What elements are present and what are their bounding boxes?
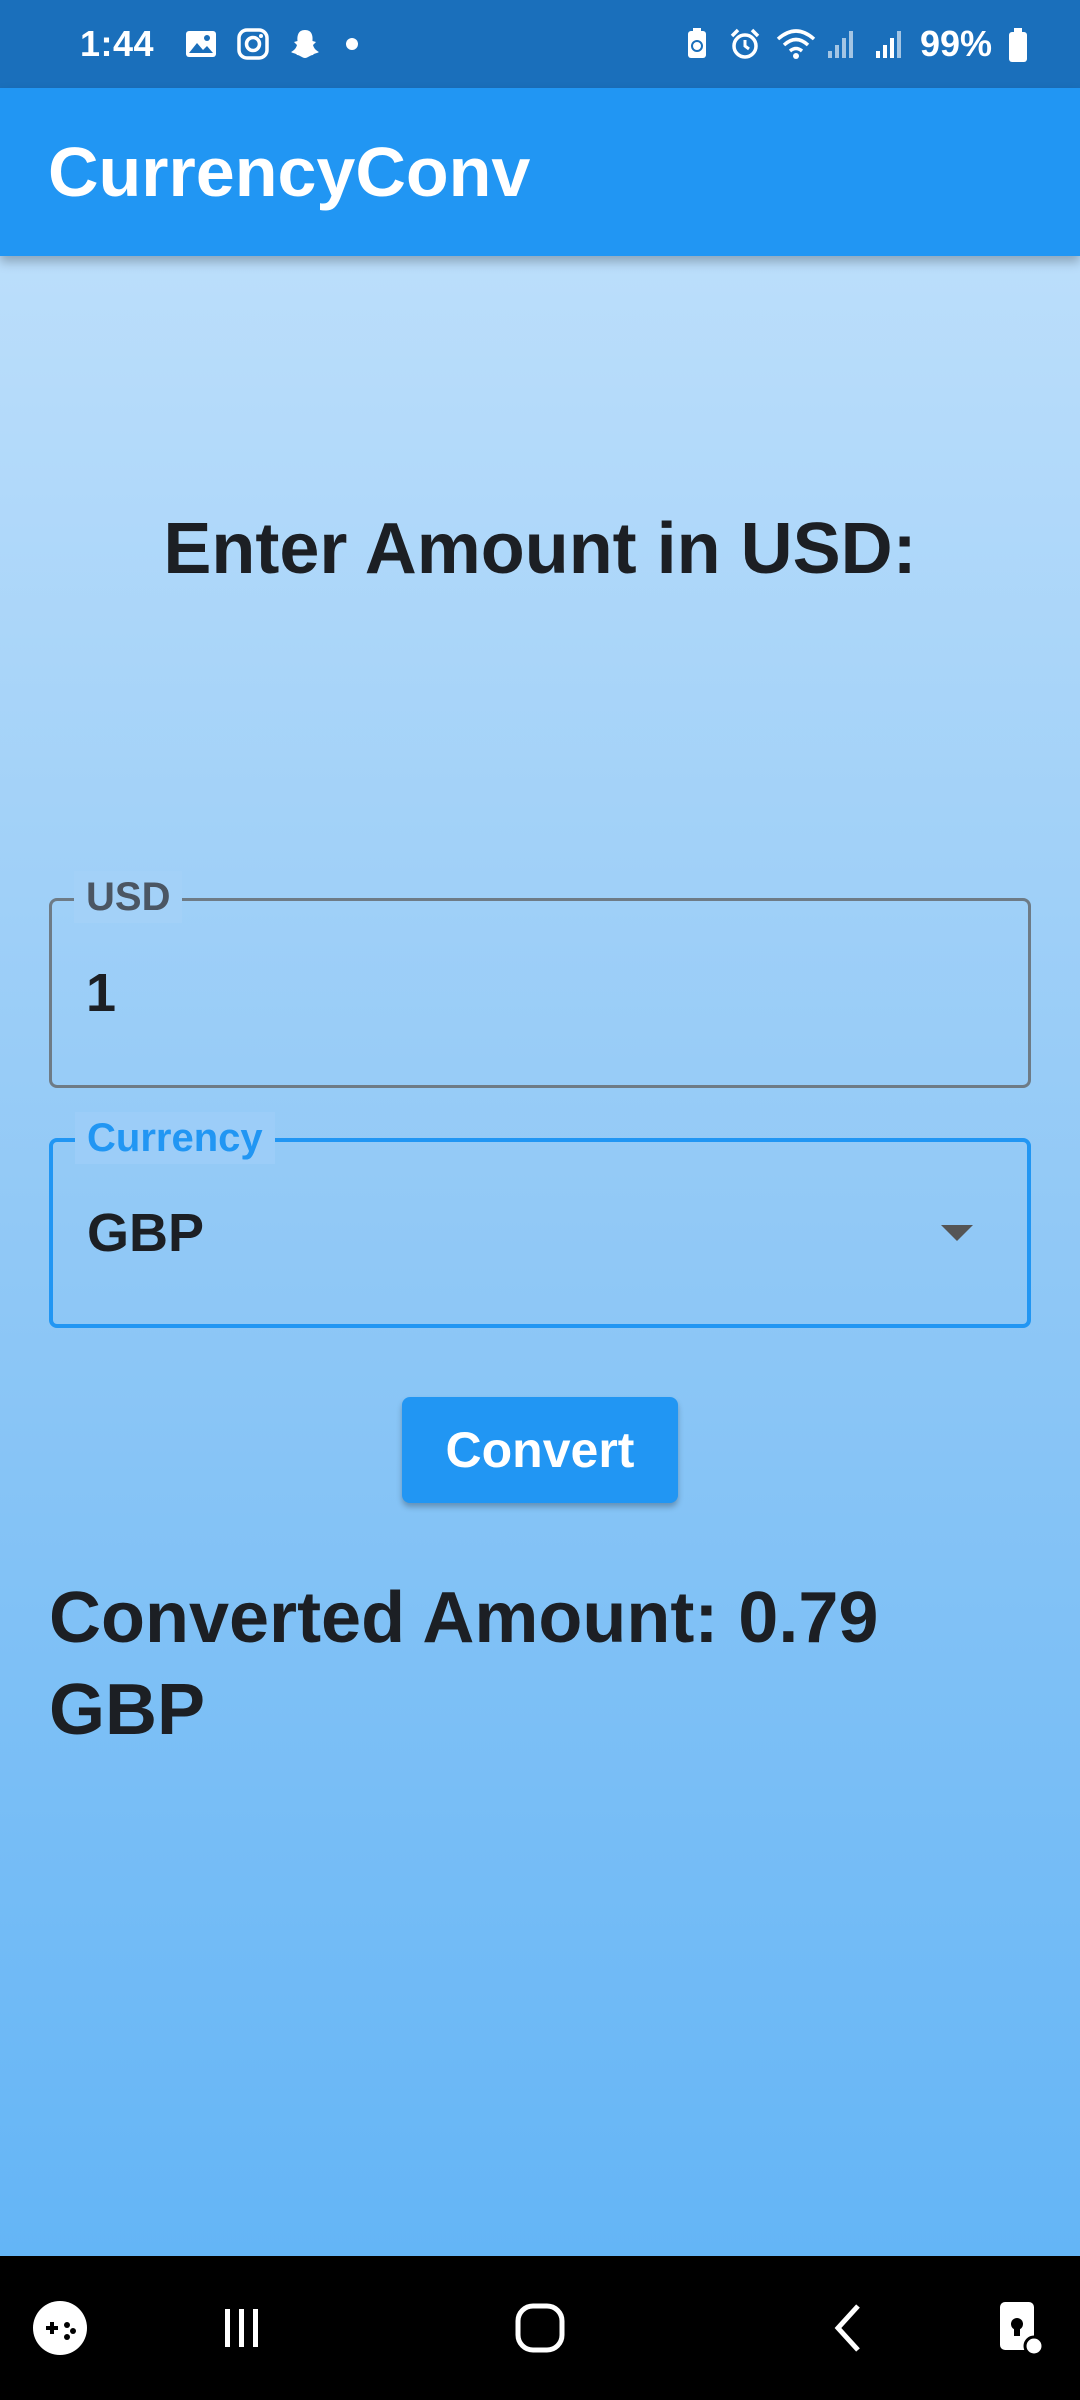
battery-icon xyxy=(1006,27,1040,62)
status-time: 1:44 xyxy=(80,23,155,64)
snapchat-icon xyxy=(288,27,322,61)
battery-percentage: 99% xyxy=(919,23,992,64)
status-right-group: 99% xyxy=(680,23,1040,65)
back-icon[interactable] xyxy=(808,2256,888,2400)
gallery-icon xyxy=(184,27,218,61)
status-bar: 1:44 99% xyxy=(0,0,1080,88)
status-left-group: 1:44 xyxy=(80,23,359,65)
page-heading: Enter Amount in USD: xyxy=(163,509,917,589)
usd-field-label: USD xyxy=(74,871,183,923)
currency-selected-value[interactable]: GBP xyxy=(87,1202,204,1264)
notification-dot xyxy=(346,38,359,50)
usd-field-value[interactable]: 1 xyxy=(86,962,116,1024)
convert-button[interactable]: Convert xyxy=(402,1397,678,1503)
currency-field-label: Currency xyxy=(75,1112,275,1164)
wifi-icon xyxy=(776,27,816,61)
navigation-bar xyxy=(0,2256,1080,2400)
currency-dropdown[interactable]: Currency GBP xyxy=(49,1112,1031,1328)
app-bar: CurrencyConv xyxy=(0,88,1080,256)
signal-icon xyxy=(824,27,858,61)
signal-icon xyxy=(872,27,906,61)
converted-amount-text: Converted Amount: 0.79 GBP xyxy=(49,1578,879,1750)
home-icon[interactable] xyxy=(500,2256,580,2400)
dropdown-arrow-icon[interactable] xyxy=(941,1225,973,1241)
usd-amount-field[interactable]: USD 1 xyxy=(49,871,1031,1088)
instagram-icon xyxy=(236,27,270,61)
screen-lock-icon[interactable] xyxy=(978,2256,1058,2400)
alarm-icon xyxy=(728,27,762,61)
app-title: CurrencyConv xyxy=(48,133,531,211)
game-launcher-icon[interactable] xyxy=(20,2256,100,2400)
recents-icon[interactable] xyxy=(202,2256,282,2400)
battery-saver-icon xyxy=(680,27,714,61)
